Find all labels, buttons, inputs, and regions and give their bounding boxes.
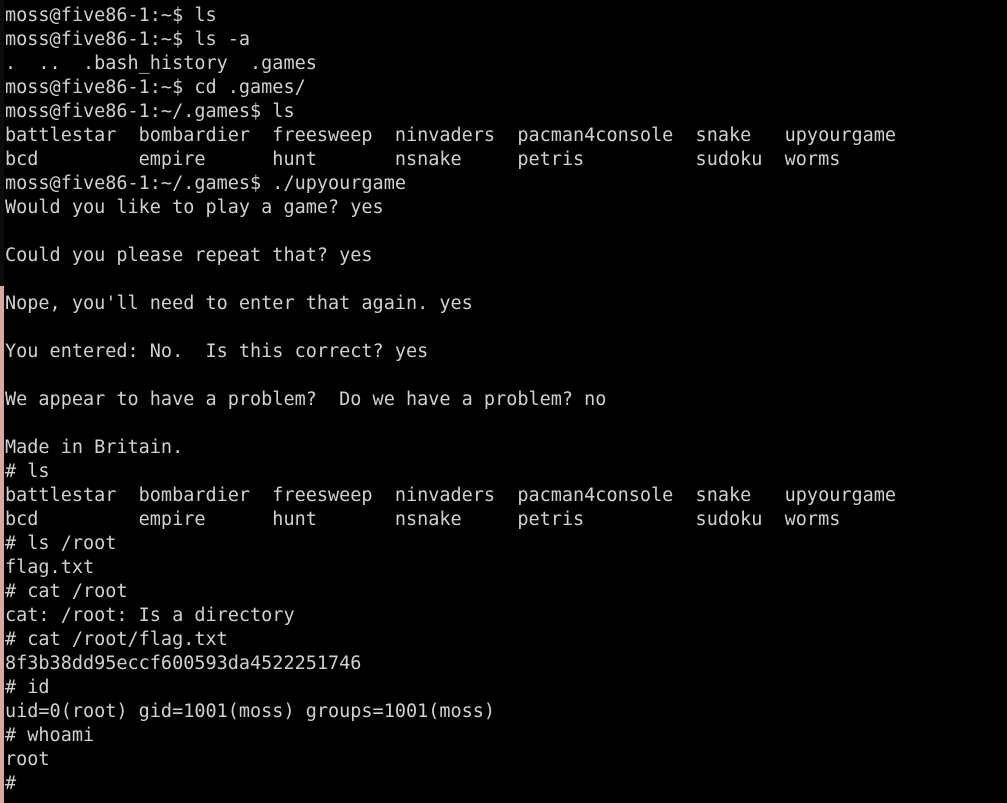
terminal-line: battlestar bombardier freesweep ninvader… (5, 125, 897, 146)
terminal-line: moss@five86-1:~$ ls (5, 5, 217, 26)
terminal-line: # cat /root (5, 581, 128, 602)
terminal-line: # id (5, 677, 50, 698)
terminal-line: You entered: No. Is this correct? yes (5, 341, 429, 362)
terminal-line: bcd empire hunt nsnake petris sudoku wor… (5, 149, 841, 170)
terminal-line: moss@five86-1:~/.games$ ls (5, 101, 295, 122)
terminal-line: bcd empire hunt nsnake petris sudoku wor… (5, 509, 841, 530)
terminal-line: We appear to have a problem? Do we have … (5, 389, 607, 410)
terminal-window[interactable]: moss@five86-1:~$ ls moss@five86-1:~$ ls -… (0, 0, 1007, 803)
terminal-line: . .. .bash_history .games (5, 53, 317, 74)
terminal-line: # ls (5, 461, 50, 482)
terminal-line: # cat /root/flag.txt (5, 629, 228, 650)
terminal-line: # ls /root (5, 533, 117, 554)
terminal-line: Could you please repeat that? yes (5, 245, 373, 266)
terminal-line: moss@five86-1:~/.games$ ./upyourgame (5, 173, 406, 194)
terminal-line: uid=0(root) gid=1001(moss) groups=1001(m… (5, 701, 496, 722)
terminal-line: Would you like to play a game? yes (5, 197, 384, 218)
terminal-output-area[interactable]: moss@five86-1:~$ ls moss@five86-1:~$ ls -… (4, 0, 1007, 803)
terminal-line: 8f3b38dd95eccf600593da4522251746 (5, 653, 362, 674)
terminal-line: # (5, 773, 17, 794)
terminal-line: moss@five86-1:~$ ls -a (5, 29, 251, 50)
terminal-line: cat: /root: Is a directory (5, 605, 295, 626)
terminal-line: Nope, you'll need to enter that again. y… (5, 293, 473, 314)
terminal-line: Made in Britain. (5, 437, 184, 458)
terminal-line: moss@five86-1:~$ cd .games/ (5, 77, 306, 98)
terminal-line: flag.txt (5, 557, 95, 578)
terminal-line: battlestar bombardier freesweep ninvader… (5, 485, 897, 506)
terminal-line: # whoami (5, 725, 95, 746)
terminal-line: root (5, 749, 50, 770)
